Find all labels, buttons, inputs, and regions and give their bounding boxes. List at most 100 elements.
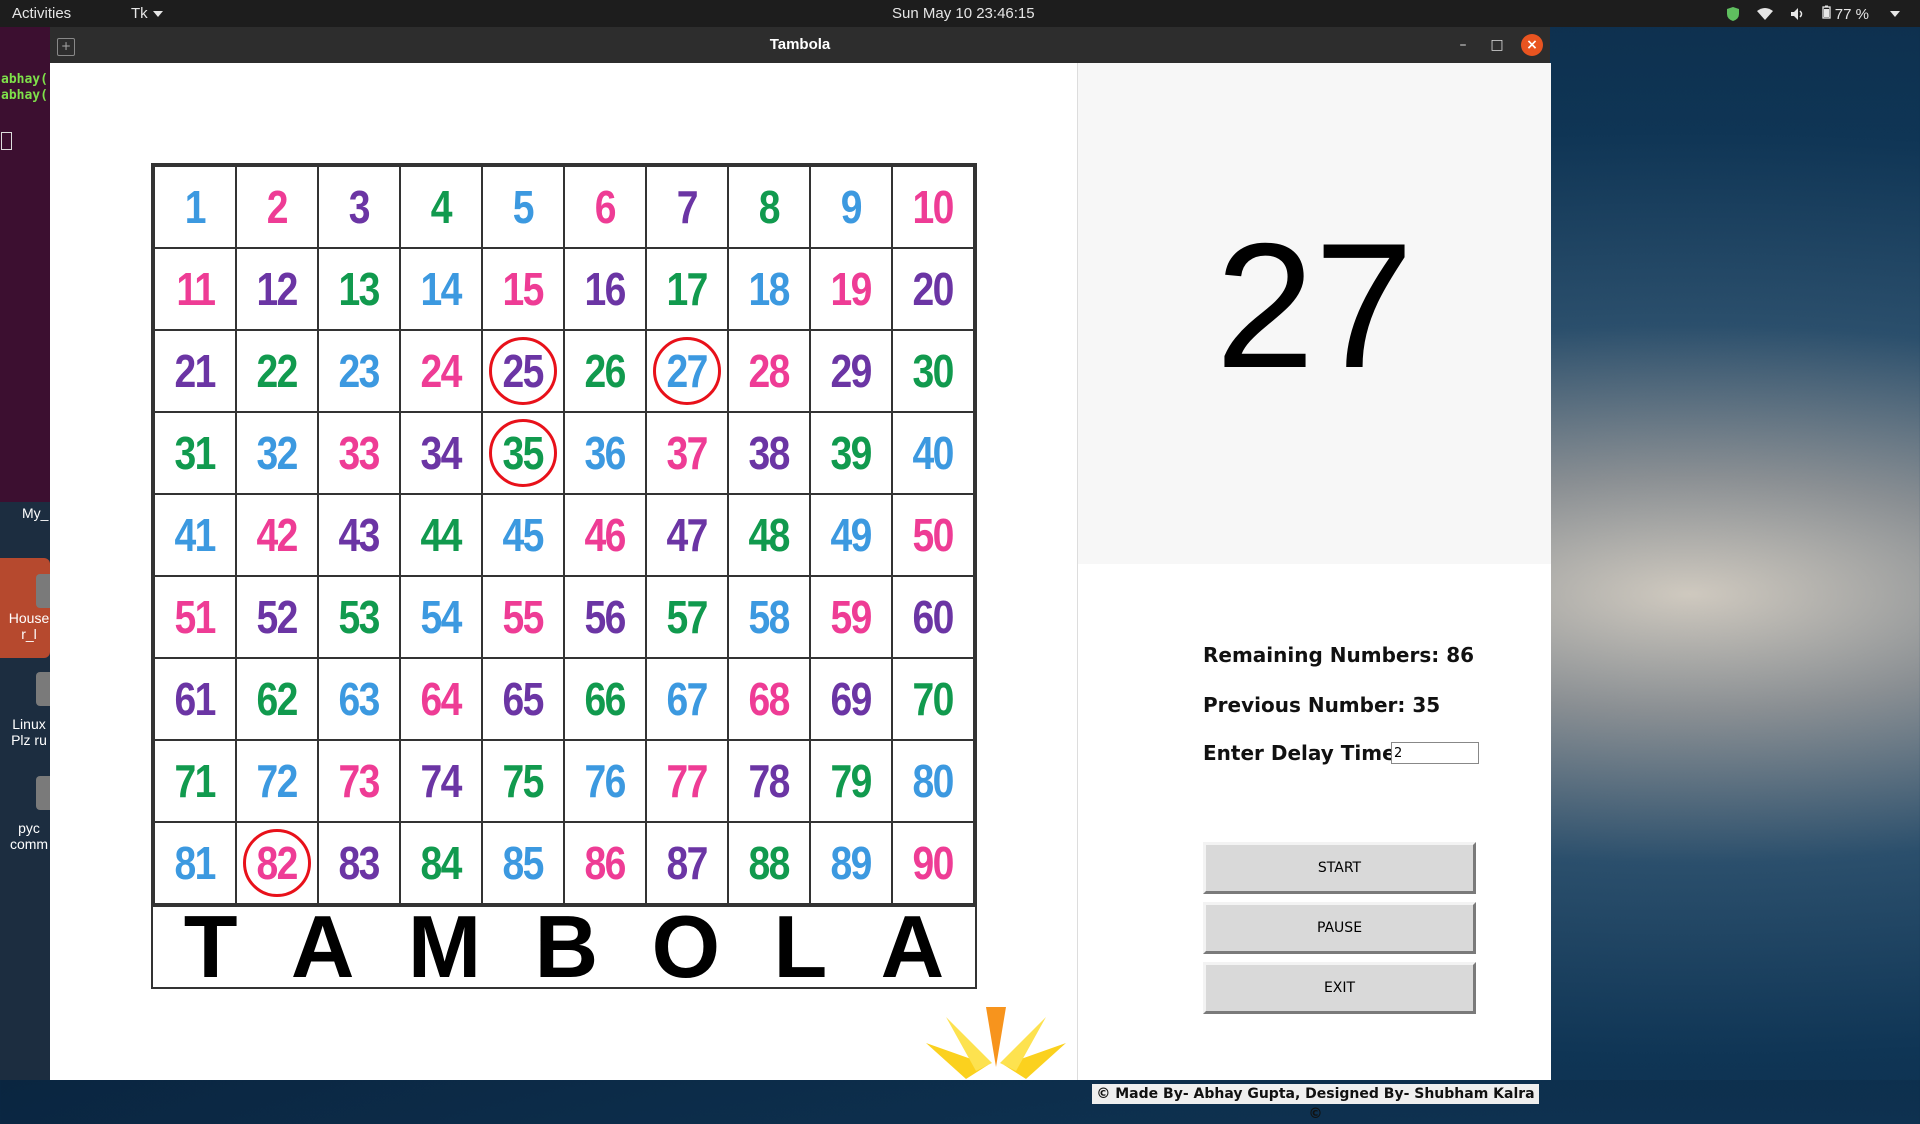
number-cell: 26 (563, 329, 647, 413)
cell-number: 4 (430, 181, 453, 233)
grid-row: 71 72 73 74 75 76 77 78 79 80 (153, 739, 975, 823)
cell-number: 1 (184, 181, 207, 233)
cell-number: 76 (584, 755, 627, 807)
cell-number: 15 (502, 263, 545, 315)
cell-number: 42 (256, 509, 299, 561)
pause-button[interactable]: PAUSE (1203, 902, 1476, 954)
number-cell: 48 (727, 493, 811, 577)
minimize-button[interactable]: – (1452, 34, 1474, 56)
number-cell: 37 (645, 411, 729, 495)
chevron-down-icon (152, 11, 163, 18)
cell-number: 24 (420, 345, 463, 397)
cell-number: 17 (666, 263, 709, 315)
cell-number: 65 (502, 673, 545, 725)
cell-number: 45 (502, 509, 545, 561)
terminal-line: abhay( (1, 72, 48, 87)
exit-button[interactable]: EXIT (1203, 962, 1476, 1014)
grid-row: 11 12 13 14 15 16 17 18 19 20 (153, 247, 975, 331)
cell-number: 48 (748, 509, 791, 561)
desktop-item-selected[interactable] (0, 558, 50, 658)
number-cell: 73 (317, 739, 401, 823)
number-cell: 66 (563, 657, 647, 741)
cell-number: 7 (676, 181, 699, 233)
desktop-item-label[interactable]: Linux Plz ru (8, 716, 50, 748)
called-number-circle (489, 419, 557, 487)
number-cell: 59 (809, 575, 893, 659)
number-cell: 80 (891, 739, 975, 823)
number-cell: 49 (809, 493, 893, 577)
number-cell: 86 (563, 821, 647, 905)
cell-number: 75 (502, 755, 545, 807)
delay-label: Enter Delay Time: (1203, 741, 1404, 765)
number-cell: 74 (399, 739, 483, 823)
number-cell: 79 (809, 739, 893, 823)
file-icon[interactable] (36, 776, 50, 810)
cell-number: 70 (912, 673, 955, 725)
number-cell: 27 (645, 329, 729, 413)
cell-number: 61 (174, 673, 217, 725)
number-cell: 13 (317, 247, 401, 331)
wifi-icon (1756, 8, 1773, 20)
number-cell: 42 (235, 493, 319, 577)
number-cell: 2 (235, 165, 319, 249)
number-cell: 51 (153, 575, 237, 659)
cell-number: 30 (912, 345, 955, 397)
start-button[interactable]: START (1203, 842, 1476, 894)
number-cell: 14 (399, 247, 483, 331)
top-bar: Activities Tk Sun May 10 23:46:15 77 % (0, 0, 1920, 27)
number-cell: 40 (891, 411, 975, 495)
desktop-item-label[interactable]: House r_l (8, 610, 50, 642)
number-cell: 85 (481, 821, 565, 905)
file-icon[interactable] (36, 574, 50, 608)
number-cell: 15 (481, 247, 565, 331)
cell-number: 84 (420, 837, 463, 889)
cell-number: 59 (830, 591, 873, 643)
number-cell: 11 (153, 247, 237, 331)
close-button[interactable]: × (1521, 34, 1543, 56)
tambola-word: TAMBOLA (153, 897, 975, 996)
number-cell: 71 (153, 739, 237, 823)
desktop-item-label[interactable]: pyc comm (8, 820, 50, 852)
current-number: 27 (1215, 206, 1414, 405)
battery-indicator: 77 % (1821, 5, 1869, 23)
cell-number: 85 (502, 837, 545, 889)
cell-number: 58 (748, 591, 791, 643)
number-cell: 67 (645, 657, 729, 741)
credits-text: © Made By- Abhay Gupta, Designed By- Shu… (1092, 1084, 1539, 1122)
number-cell: 63 (317, 657, 401, 741)
word-letter: L (773, 897, 828, 996)
cell-number: 56 (584, 591, 627, 643)
number-grid: 1 2 3 4 5 6 7 8 9 10 11 12 13 14 15 16 17 18 19 20 21 22 23 24 2… (153, 165, 975, 905)
number-cell: 46 (563, 493, 647, 577)
number-cell: 62 (235, 657, 319, 741)
number-cell: 69 (809, 657, 893, 741)
control-panel: Remaining Numbers: 86 Previous Number: 3… (1077, 564, 1551, 1122)
cell-number: 71 (174, 755, 217, 807)
cell-number: 63 (338, 673, 381, 725)
cell-number: 53 (338, 591, 381, 643)
title-bar[interactable]: + Tambola – □ × (50, 27, 1550, 63)
app-menu[interactable]: Tk (131, 5, 163, 22)
cell-number: 43 (338, 509, 381, 561)
number-cell: 1 (153, 165, 237, 249)
clock[interactable]: Sun May 10 23:46:15 (892, 5, 1035, 22)
sunburst-logo-icon (926, 1007, 1066, 1079)
delay-time-input[interactable] (1391, 742, 1479, 764)
number-cell: 28 (727, 329, 811, 413)
desktop-item-label[interactable]: My_ (22, 505, 48, 521)
number-cell: 41 (153, 493, 237, 577)
activities-button[interactable]: Activities (12, 5, 71, 22)
number-cell: 32 (235, 411, 319, 495)
number-cell: 47 (645, 493, 729, 577)
cell-number: 66 (584, 673, 627, 725)
word-letter: A (880, 897, 945, 996)
grid-row: 81 82 83 84 85 86 87 88 89 90 (153, 821, 975, 905)
cell-number: 14 (420, 263, 463, 315)
number-cell: 21 (153, 329, 237, 413)
file-icon[interactable] (36, 672, 50, 706)
system-tray[interactable]: 77 % (1726, 5, 1900, 23)
number-cell: 4 (399, 165, 483, 249)
cell-number: 55 (502, 591, 545, 643)
cell-number: 12 (256, 263, 299, 315)
maximize-button[interactable]: □ (1486, 34, 1508, 56)
